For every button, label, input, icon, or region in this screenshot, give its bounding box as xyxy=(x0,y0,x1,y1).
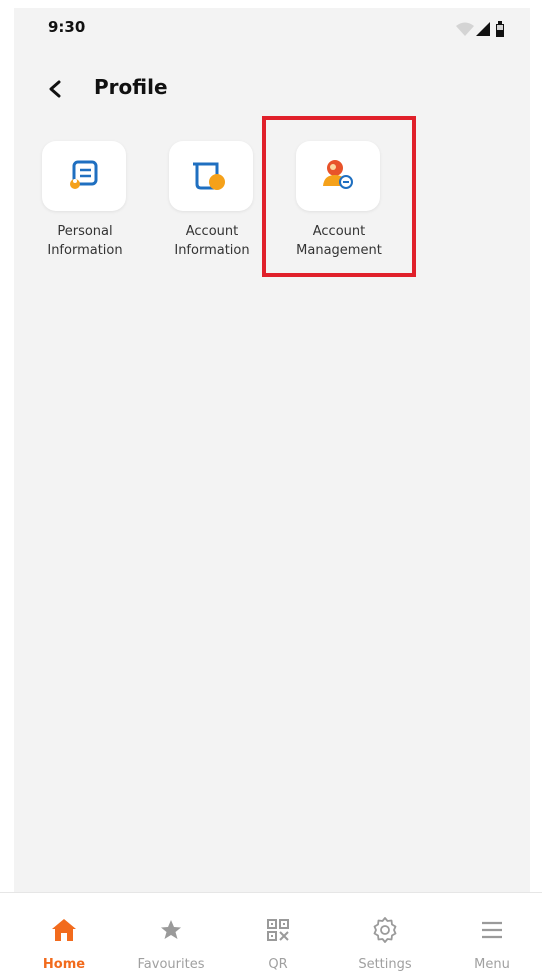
bottom-nav: Home Favourites QR Settings Menu xyxy=(0,892,542,977)
tile-label-line1: Account xyxy=(185,224,239,239)
hamburger-menu-icon xyxy=(482,921,502,939)
tile-label-line2: Information xyxy=(174,243,250,258)
nav-icon xyxy=(262,915,294,945)
status-bar: 9:30 xyxy=(14,8,530,48)
nav-item-favourites[interactable]: Favourites xyxy=(117,893,225,977)
tile-account-management[interactable]: Account Management xyxy=(279,138,399,278)
tile-label: Account Information xyxy=(152,222,272,260)
status-icons xyxy=(452,20,512,38)
page-title: Profile xyxy=(94,75,168,99)
signal-icon xyxy=(476,22,490,36)
account-info-icon xyxy=(193,162,225,190)
wifi-icon xyxy=(456,22,474,36)
gear-icon xyxy=(373,917,397,943)
nav-label: Menu xyxy=(474,957,510,972)
nav-icon xyxy=(155,915,187,945)
tile-label: Account Management xyxy=(279,222,399,260)
nav-label: Favourites xyxy=(137,957,205,972)
tile-label-line2: Information xyxy=(47,243,123,258)
nav-item-menu[interactable]: Menu xyxy=(438,893,542,977)
battery-icon xyxy=(496,21,504,37)
tile-label-line1: Account xyxy=(312,224,366,239)
nav-label: Home xyxy=(42,957,86,972)
back-button[interactable] xyxy=(40,74,70,104)
tile-label-line1: Personal xyxy=(57,224,113,239)
star-icon xyxy=(161,920,181,939)
nav-icon xyxy=(476,915,508,945)
tile-icon-box xyxy=(169,141,253,211)
qr-code-icon xyxy=(267,919,289,941)
tile-label-line2: Management xyxy=(296,243,382,258)
nav-label: Settings xyxy=(358,957,412,972)
nav-label: QR xyxy=(268,957,288,972)
tile-icon-box xyxy=(42,141,126,211)
account-management-icon xyxy=(323,160,353,189)
page-header: Profile xyxy=(14,68,530,108)
nav-item-home[interactable]: Home xyxy=(10,893,118,977)
tile-label: Personal Information xyxy=(25,222,145,260)
nav-icon xyxy=(369,915,401,945)
home-icon xyxy=(52,919,76,941)
tile-account-information[interactable]: Account Information xyxy=(152,138,272,278)
status-time: 9:30 xyxy=(48,18,86,36)
tile-icon-box xyxy=(296,141,380,211)
nav-icon xyxy=(48,915,80,945)
tile-personal-information[interactable]: Personal Information xyxy=(25,138,145,278)
personal-info-icon xyxy=(70,160,98,189)
nav-item-settings[interactable]: Settings xyxy=(331,893,439,977)
chevron-left-icon xyxy=(49,80,61,98)
app-screen: 9:30 Profile Personal Information Accoun… xyxy=(14,8,530,892)
nav-item-qr[interactable]: QR xyxy=(224,893,332,977)
